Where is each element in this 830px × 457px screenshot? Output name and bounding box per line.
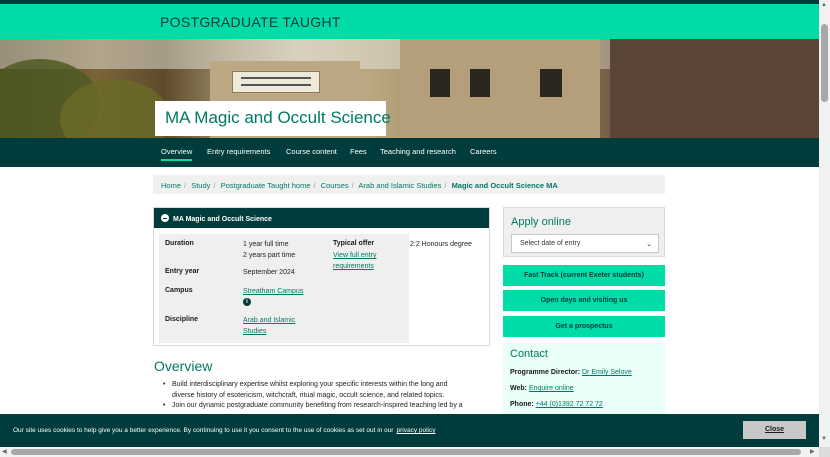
breadcrumb-postgraduate-taught-home[interactable]: Postgraduate Taught home	[221, 181, 311, 190]
discipline-link-cont[interactable]: Studies	[243, 326, 266, 337]
hero-image	[0, 39, 819, 138]
enquire-online-link[interactable]: Enquire online	[529, 385, 574, 392]
entry-requirements-link-cont[interactable]: requirements	[333, 261, 374, 272]
list-item-line: Build interdisciplinary expertise whilst…	[172, 381, 448, 388]
open-days-button[interactable]: Open days and visiting us	[503, 290, 665, 311]
breadcrumb-study[interactable]: Study	[191, 181, 210, 190]
breadcrumb-separator: /	[213, 181, 216, 190]
scroll-left-icon[interactable]: ◀	[2, 448, 7, 455]
cookie-banner: Our site uses cookies to help give you a…	[0, 414, 819, 447]
entry-date-select[interactable]: Select date of entry ⌄	[511, 234, 659, 253]
duration-label: Duration	[165, 240, 194, 247]
course-info-title: MA Magic and Occult Science	[173, 216, 272, 223]
hero-window	[430, 69, 450, 97]
overview-list: Build interdisciplinary expertise whilst…	[163, 380, 498, 412]
horizontal-scroll-thumb[interactable]	[11, 449, 801, 455]
hero-window	[470, 69, 490, 97]
scrollbar-corner	[819, 447, 830, 457]
phone-link[interactable]: +44 (0)1392 72 72 72	[536, 401, 603, 408]
contact-phone-row: Phone: +44 (0)1392 72 72 72	[510, 401, 603, 408]
list-item-line: Join our dynamic postgraduate community …	[172, 402, 463, 409]
cookie-message: Our site uses cookies to help give you a…	[13, 427, 436, 434]
course-title: MA Magic and Occult Science	[165, 108, 391, 127]
tab-fees[interactable]: Fees	[350, 147, 367, 156]
tab-careers[interactable]: Careers	[470, 147, 497, 156]
discipline-label: Discipline	[165, 316, 199, 323]
section-title[interactable]: POSTGRADUATE TAUGHT	[160, 14, 341, 30]
tab-teaching-and-research[interactable]: Teaching and research	[380, 147, 456, 156]
list-item: Join our dynamic postgraduate community …	[163, 401, 498, 412]
discipline-link[interactable]: Arab and Islamic	[243, 315, 295, 326]
location-info-icon[interactable]: i	[243, 298, 251, 306]
contact-web-row: Web: Enquire online	[510, 385, 574, 392]
scroll-down-icon[interactable]: ▼	[821, 436, 827, 442]
tab-entry-requirements[interactable]: Entry requirements	[207, 147, 270, 156]
hero-building	[610, 39, 819, 138]
typical-offer-label: Typical offer	[333, 240, 375, 247]
director-link[interactable]: Dr Emily Selove	[582, 369, 632, 376]
vertical-scrollbar[interactable]: ▲ ▼	[819, 0, 830, 447]
course-info-panel: MA Magic and Occult Science Duration 1 y…	[153, 207, 490, 346]
breadcrumb-home[interactable]: Home	[161, 181, 181, 190]
chevron-down-icon: ⌄	[646, 241, 652, 248]
typical-offer-value: 2:2 Honours degree	[410, 241, 472, 248]
breadcrumb-courses[interactable]: Courses	[321, 181, 349, 190]
list-item-line: diverse history of esotericism, witchcra…	[172, 391, 445, 399]
entry-requirements-link[interactable]: View full entry	[333, 250, 376, 261]
breadcrumb-separator: /	[351, 181, 354, 190]
entry-year-value: September 2024	[243, 269, 295, 276]
breadcrumb-separator: /	[313, 181, 316, 190]
hero-building-sign	[232, 71, 320, 93]
cookie-close-button[interactable]: Close	[743, 421, 806, 439]
get-prospectus-button[interactable]: Get a prospectus	[503, 316, 665, 337]
breadcrumb-separator: /	[184, 181, 187, 190]
breadcrumb-arab-and-islamic-studies[interactable]: Arab and Islamic Studies	[358, 181, 441, 190]
contact-director-row: Programme Director: Dr Emily Selove	[510, 369, 632, 376]
tab-overview[interactable]: Overview	[161, 147, 193, 161]
vertical-scroll-thumb[interactable]	[821, 24, 828, 102]
entry-date-select-value: Select date of entry	[520, 240, 581, 247]
contact-title: Contact	[510, 348, 548, 360]
fast-track-button[interactable]: Fast Track (current Exeter students)	[503, 265, 665, 286]
course-title-box: MA Magic and Occult Science	[155, 101, 391, 136]
apply-online-panel: Apply online Select date of entry ⌄	[503, 207, 665, 257]
contact-panel: Contact Programme Director: Dr Emily Sel…	[503, 343, 665, 423]
breadcrumb-current: Magic and Occult Science MA	[451, 181, 558, 190]
breadcrumb-separator: /	[444, 181, 447, 190]
horizontal-scrollbar[interactable]: ◀ ▶	[0, 447, 819, 457]
campus-label: Campus	[165, 287, 193, 294]
breadcrumb: Home / Study / Postgraduate Taught home / C…	[153, 175, 665, 194]
privacy-policy-link[interactable]: privacy policy	[396, 427, 435, 434]
overview-heading: Overview	[154, 358, 213, 374]
web-label: Web:	[510, 385, 527, 392]
collapse-icon[interactable]	[161, 214, 169, 222]
course-info-header[interactable]: MA Magic and Occult Science	[154, 208, 489, 228]
entry-year-label: Entry year	[165, 268, 200, 275]
list-item: Build interdisciplinary expertise whilst…	[163, 380, 498, 401]
apply-online-title: Apply online	[511, 216, 571, 228]
tab-course-content[interactable]: Course content	[286, 147, 337, 156]
duration-part-time: 2 years part time	[243, 252, 296, 259]
phone-label: Phone:	[510, 401, 534, 408]
section-header: POSTGRADUATE TAUGHT	[0, 4, 819, 39]
hero-window	[540, 69, 562, 97]
director-label: Programme Director:	[510, 369, 581, 376]
duration-full-time: 1 year full time	[243, 241, 289, 248]
campus-link[interactable]: Streatham Campus	[243, 286, 303, 297]
scroll-right-icon[interactable]: ▶	[810, 448, 815, 455]
course-tabs: Overview Entry requirements Course conte…	[0, 138, 819, 167]
cookie-message-text: Our site uses cookies to help give you a…	[13, 427, 394, 434]
scroll-up-icon[interactable]: ▲	[821, 2, 827, 8]
